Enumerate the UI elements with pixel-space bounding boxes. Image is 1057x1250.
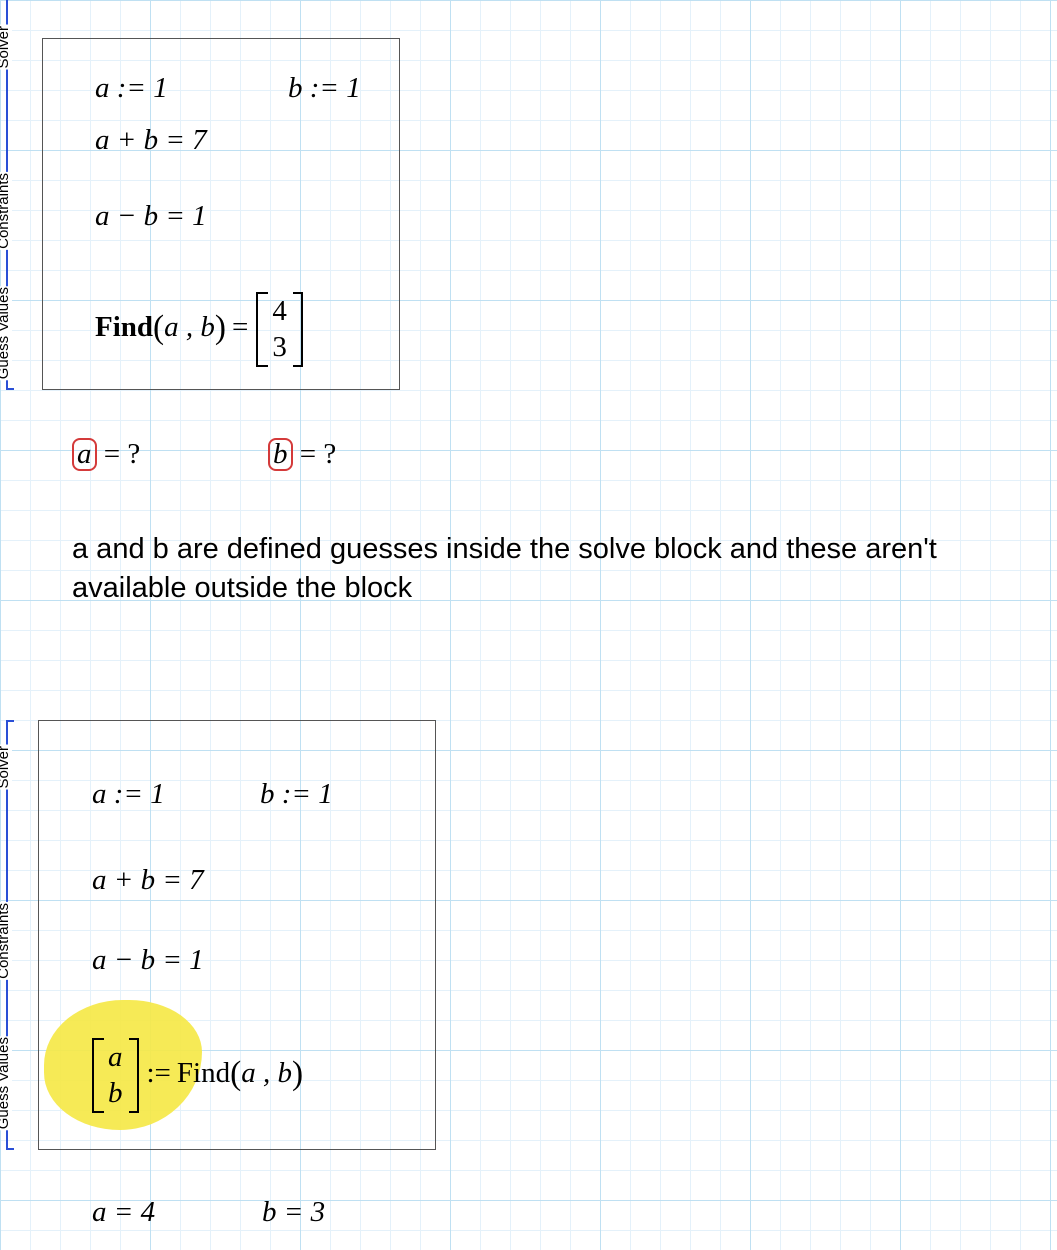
rail-label-solver: Solver xyxy=(0,25,12,70)
rail2-label-guesses: Guess Values xyxy=(0,1036,12,1130)
solver-rail-2: Guess Values Constraints Solver xyxy=(0,720,28,1150)
rail2-label-solver: Solver xyxy=(0,745,12,790)
guess-b-2[interactable]: b := 1 xyxy=(260,778,333,811)
eval-a-result[interactable]: a = 4 xyxy=(92,1196,155,1229)
find-function-2: Find xyxy=(177,1057,230,1089)
guess-a-1[interactable]: a := 1 xyxy=(95,72,168,105)
constraint-1b[interactable]: a − b = 1 xyxy=(95,200,207,233)
eval-a-error[interactable]: a = ? xyxy=(72,438,140,471)
find-function: Find xyxy=(95,311,153,343)
rail-label-guesses: Guess Values xyxy=(0,286,12,380)
rail2-label-constraints: Constraints xyxy=(0,902,12,980)
find-result-1[interactable]: Find(a , b)= 43 xyxy=(95,292,305,367)
solver-rail-1: Guess Values Constraints Solver xyxy=(0,0,28,390)
result-vector: 43 xyxy=(256,292,303,367)
constraint-2b[interactable]: a − b = 1 xyxy=(92,944,204,977)
assign-find-2[interactable]: ab :=Find(a , b) xyxy=(90,1038,303,1113)
rail-label-constraints: Constraints xyxy=(0,172,12,250)
error-highlight-a: a xyxy=(72,438,97,471)
error-highlight-b: b xyxy=(268,438,293,471)
guess-b-1[interactable]: b := 1 xyxy=(288,72,361,105)
constraint-1a[interactable]: a + b = 7 xyxy=(95,124,207,157)
guess-a-2[interactable]: a := 1 xyxy=(92,778,165,811)
explanation-text: a and b are defined guesses inside the s… xyxy=(72,530,1042,608)
constraint-2a[interactable]: a + b = 7 xyxy=(92,864,204,897)
assign-vector: ab xyxy=(92,1038,139,1113)
eval-b-error[interactable]: b = ? xyxy=(268,438,336,471)
eval-b-result[interactable]: b = 3 xyxy=(262,1196,325,1229)
